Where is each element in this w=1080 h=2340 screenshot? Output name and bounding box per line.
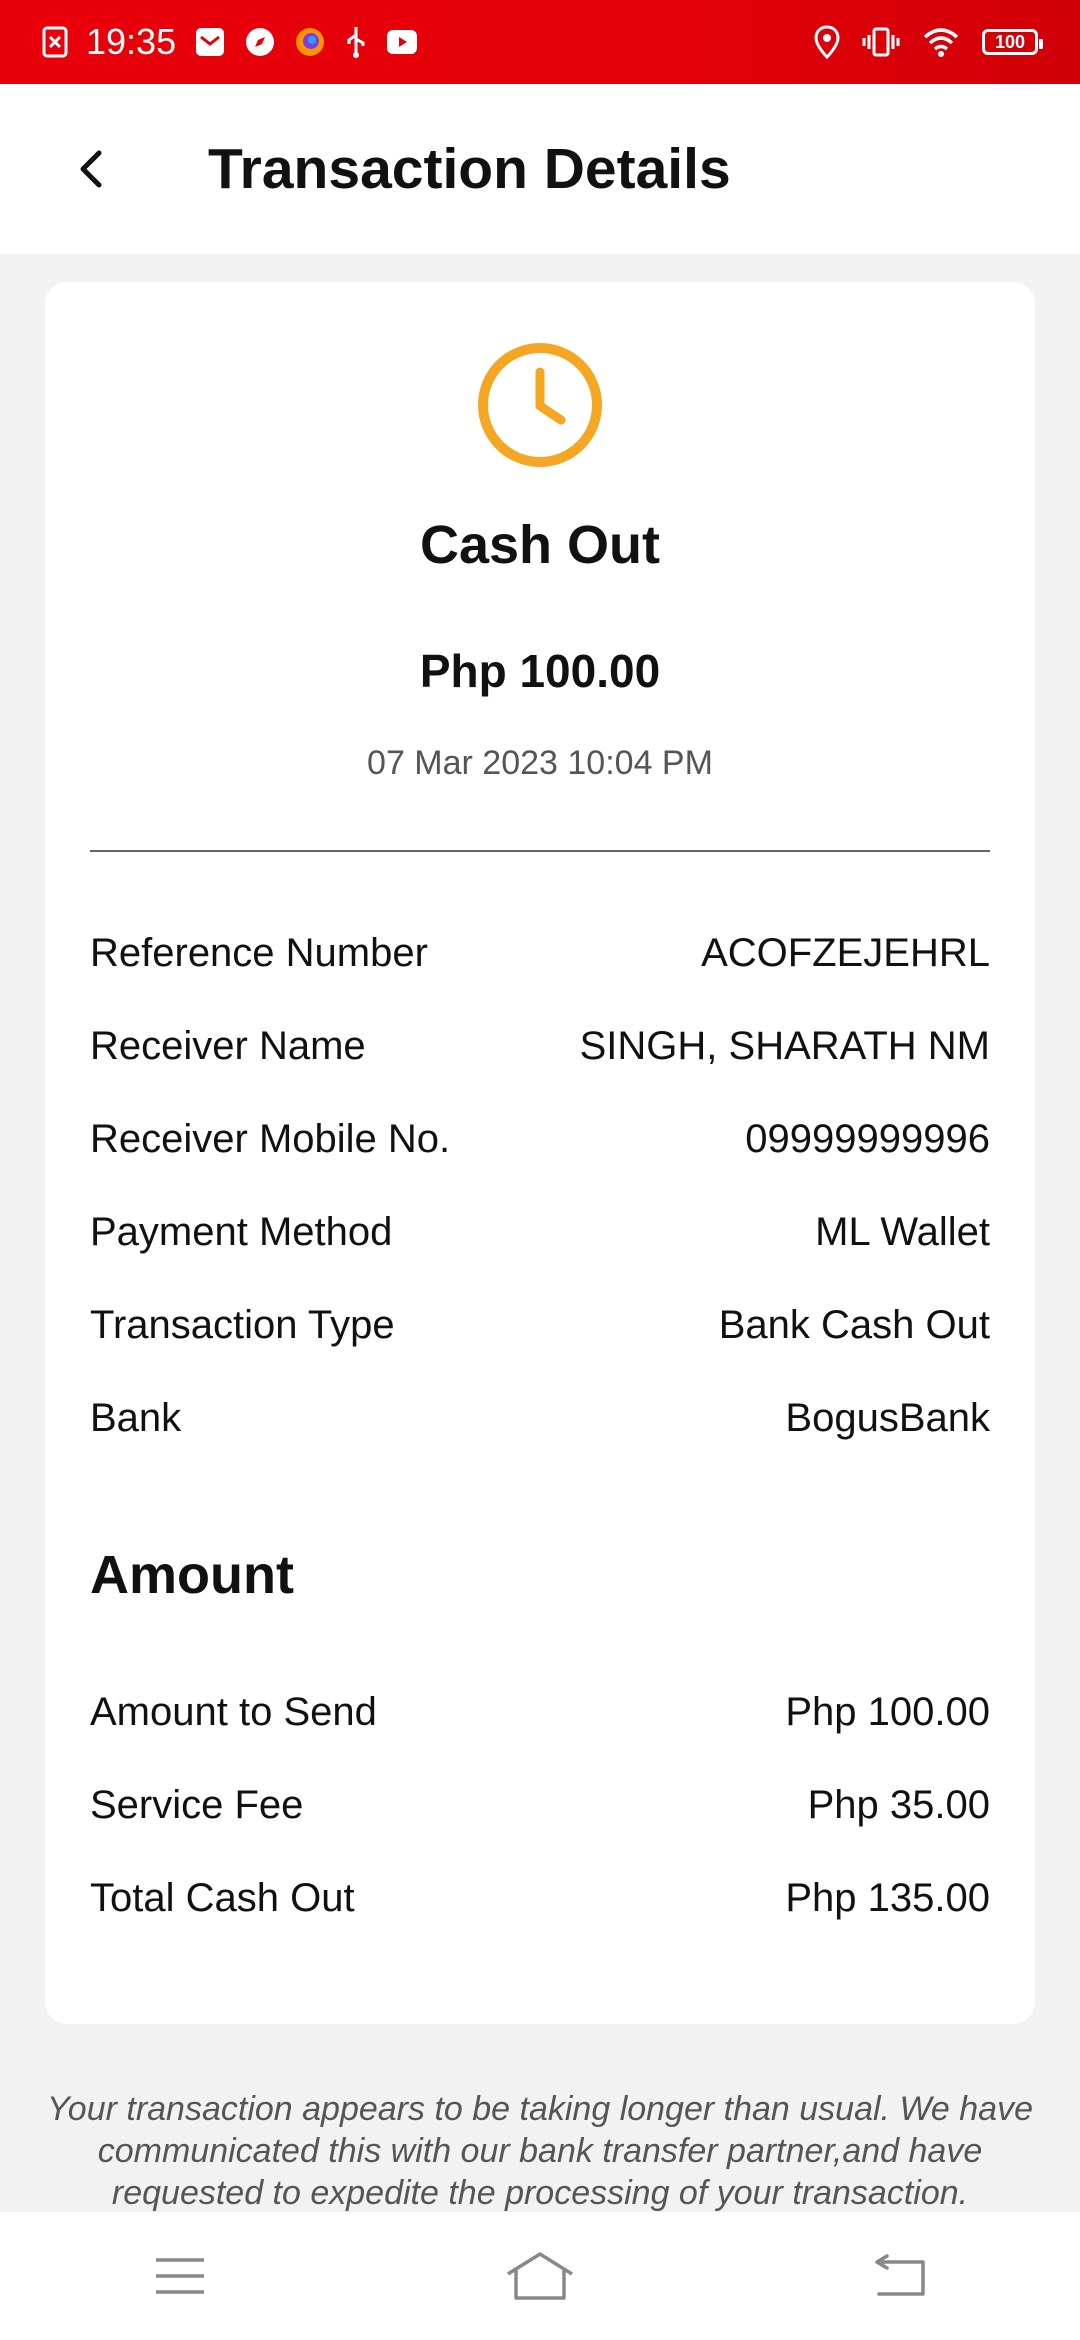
detail-value: 09999999996 [745, 1117, 990, 1161]
detail-value: SINGH, SHARATH NM [579, 1024, 990, 1068]
amount-row-amount-to-send: Amount to Send Php 100.00 [90, 1666, 990, 1759]
status-bar: 19:35 100 [0, 0, 1080, 84]
detail-label: Reference Number [90, 931, 428, 975]
divider [90, 850, 990, 852]
transaction-date: 07 Mar 2023 10:04 PM [367, 744, 713, 782]
detail-row-transaction-type: Transaction Type Bank Cash Out [90, 1279, 990, 1372]
detail-value: Bank Cash Out [718, 1303, 990, 1347]
detail-label: Bank [90, 1396, 182, 1440]
return-icon [875, 2254, 925, 2296]
menu-nav-button[interactable] [130, 2236, 230, 2316]
app-header: Transaction Details [0, 84, 1080, 254]
status-bar-left: 19:35 [42, 21, 418, 63]
home-nav-button[interactable] [490, 2236, 590, 2316]
youtube-icon [386, 28, 418, 56]
vibrate-icon [862, 25, 900, 59]
amount-value: Php 135.00 [785, 1876, 990, 1920]
battery-icon: 100 [982, 29, 1043, 55]
delay-notice: Your transaction appears to be taking lo… [46, 2090, 1034, 2212]
amount-value: Php 35.00 [807, 1783, 990, 1827]
amount-row-total-cash-out: Total Cash Out Php 135.00 [90, 1852, 990, 1945]
amount-value: Php 100.00 [785, 1690, 990, 1734]
amount-row-service-fee: Service Fee Php 35.00 [90, 1759, 990, 1852]
wifi-icon [922, 26, 960, 58]
detail-label: Transaction Type [90, 1303, 395, 1347]
detail-row-receiver-name: Receiver Name SINGH, SHARATH NM [90, 1000, 990, 1093]
transaction-type-title: Cash Out [419, 515, 661, 575]
system-nav-bar [0, 2212, 1080, 2340]
amount-label: Service Fee [90, 1783, 304, 1827]
location-icon [814, 25, 840, 59]
detail-value: ACOFZEJEHRL [701, 931, 990, 975]
amount-label: Amount to Send [90, 1690, 377, 1734]
menu-icon [156, 2258, 204, 2294]
firefox-icon [294, 26, 326, 58]
details-list: Reference Number ACOFZEJEHRL Receiver Na… [90, 907, 990, 1465]
usb-icon [344, 25, 368, 59]
back-nav-button[interactable] [850, 2236, 950, 2316]
mail-icon [194, 26, 226, 58]
page-title: Transaction Details [208, 137, 731, 201]
detail-row-reference-number: Reference Number ACOFZEJEHRL [90, 907, 990, 1000]
compass-icon [244, 26, 276, 58]
detail-row-bank: Bank BogusBank [90, 1372, 990, 1465]
blocked-notification-icon [42, 26, 68, 58]
status-bar-right: 100 [814, 25, 1043, 59]
battery-level: 100 [994, 31, 1026, 52]
back-button[interactable] [60, 139, 120, 199]
amount-label: Total Cash Out [90, 1876, 355, 1920]
clock-icon [478, 343, 602, 467]
detail-label: Payment Method [90, 1210, 393, 1254]
amount-section-heading: Amount [90, 1545, 294, 1605]
detail-row-payment-method: Payment Method ML Wallet [90, 1186, 990, 1279]
detail-label: Receiver Mobile No. [90, 1117, 451, 1161]
amount-list: Amount to Send Php 100.00 Service Fee Ph… [90, 1666, 990, 1945]
detail-row-receiver-mobile: Receiver Mobile No. 09999999996 [90, 1093, 990, 1186]
status-time: 19:35 [86, 21, 177, 62]
detail-label: Receiver Name [90, 1024, 366, 1068]
transaction-card: Cash Out Php 100.00 07 Mar 2023 10:04 PM… [45, 282, 1035, 2024]
detail-value: BogusBank [785, 1396, 990, 1440]
transaction-amount: Php 100.00 [419, 645, 661, 697]
home-icon [507, 2252, 573, 2300]
chevron-left-icon [80, 150, 102, 188]
detail-value: ML Wallet [815, 1210, 990, 1254]
